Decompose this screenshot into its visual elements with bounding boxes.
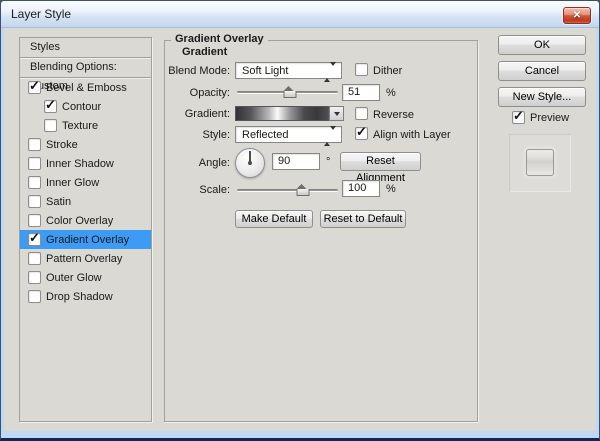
- bevel-emboss-checkbox[interactable]: [28, 78, 41, 94]
- sidebar-item-gradient-overlay[interactable]: Gradient Overlay: [20, 230, 151, 249]
- angle-input[interactable]: 90: [272, 153, 320, 170]
- opacity-unit: %: [386, 87, 396, 99]
- gradient-label: Gradient:: [184, 108, 230, 120]
- dither-label: Dither: [373, 65, 403, 77]
- style-preview-well: [509, 134, 571, 192]
- preview-toggle: Preview: [512, 108, 570, 124]
- outer-glow-checkbox[interactable]: [28, 271, 41, 284]
- gradient-overlay-panel: Gradient Overlay Gradient Blend Mode: So…: [164, 33, 478, 422]
- sidebar-item-styles[interactable]: Styles: [20, 38, 151, 57]
- reset-to-default-button[interactable]: Reset to Default: [320, 210, 406, 228]
- ok-button[interactable]: OK: [498, 35, 586, 55]
- new-style-button[interactable]: New Style...: [498, 87, 586, 107]
- sidebar-item-label: Gradient Overlay: [46, 233, 130, 246]
- dropdown-arrow-icon: [333, 111, 340, 116]
- color-overlay-checkbox[interactable]: [28, 214, 41, 227]
- gradient-picker-button[interactable]: [329, 106, 344, 121]
- opacity-label: Opacity:: [189, 87, 230, 99]
- sidebar-item-outer-glow[interactable]: Outer Glow: [20, 268, 151, 287]
- sidebar-item-pattern-overlay[interactable]: Pattern Overlay: [20, 249, 151, 268]
- opacity-input[interactable]: 51: [342, 84, 380, 101]
- preview-checkbox[interactable]: [512, 108, 525, 124]
- window-title: Layer Style: [11, 7, 72, 21]
- updown-arrows-icon: [324, 62, 336, 82]
- blend-mode-label: Blend Mode:: [168, 65, 230, 77]
- gradient-overlay-checkbox[interactable]: [28, 230, 41, 246]
- sidebar-item-label: Inner Glow: [46, 176, 100, 189]
- gradient-swatch[interactable]: [235, 106, 329, 121]
- style-select[interactable]: Reflected: [235, 126, 342, 146]
- sidebar-item-inner-glow[interactable]: Inner Glow: [20, 173, 151, 192]
- satin-checkbox[interactable]: [28, 195, 41, 208]
- drop-shadow-checkbox[interactable]: [28, 290, 41, 303]
- layer-style-dialog: Layer Style ✕ Styles Blending Options: C…: [0, 0, 600, 441]
- sidebar-item-label: Color Overlay: [46, 214, 114, 227]
- dither-checkbox[interactable]: [355, 63, 368, 76]
- reverse-label: Reverse: [373, 109, 414, 121]
- reset-alignment-button[interactable]: Reset Alignment: [340, 152, 421, 184]
- cancel-button[interactable]: Cancel: [498, 61, 586, 81]
- close-button[interactable]: ✕: [563, 7, 591, 24]
- contour-checkbox[interactable]: [44, 97, 57, 113]
- opacity-slider-thumb[interactable]: [283, 86, 296, 98]
- sidebar-item-label: Stroke: [46, 138, 78, 151]
- sidebar-item-label: Inner Shadow: [46, 157, 114, 170]
- align-with-layer-checkbox[interactable]: [355, 124, 368, 140]
- sidebar-item-inner-shadow[interactable]: Inner Shadow: [20, 154, 151, 173]
- blend-mode-select[interactable]: Soft Light: [235, 62, 342, 82]
- section-title: Gradient: [182, 46, 228, 58]
- styles-list: Styles Blending Options: Custom Bevel & …: [19, 37, 152, 422]
- scale-slider[interactable]: [237, 184, 338, 196]
- sidebar-item-label: Bevel & Emboss: [46, 81, 127, 94]
- opacity-slider[interactable]: [237, 86, 338, 98]
- angle-hub: [248, 161, 252, 165]
- scale-slider-thumb[interactable]: [296, 184, 310, 196]
- sidebar-item-color-overlay[interactable]: Color Overlay: [20, 211, 151, 230]
- stroke-checkbox[interactable]: [28, 138, 41, 151]
- scale-input[interactable]: 100: [342, 180, 380, 197]
- inner-shadow-checkbox[interactable]: [28, 157, 41, 170]
- dialog-body: Styles Blending Options: Custom Bevel & …: [4, 28, 596, 431]
- sidebar-item-label: Drop Shadow: [46, 290, 113, 303]
- reverse-checkbox[interactable]: [355, 107, 368, 120]
- sidebar-item-label: Texture: [62, 119, 99, 132]
- sidebar-item-drop-shadow[interactable]: Drop Shadow: [20, 287, 151, 306]
- pattern-overlay-checkbox[interactable]: [28, 252, 41, 265]
- style-preview-thumbnail: [526, 149, 554, 176]
- updown-arrows-icon: [324, 126, 336, 146]
- sidebar-item-blending-options[interactable]: Blending Options: Custom: [20, 58, 151, 92]
- sidebar-item-stroke[interactable]: Stroke: [20, 135, 151, 154]
- angle-unit: °: [326, 156, 331, 168]
- scale-label: Scale:: [199, 184, 230, 196]
- inner-glow-checkbox[interactable]: [28, 176, 41, 189]
- scale-unit: %: [386, 183, 396, 195]
- sidebar-item-texture[interactable]: Texture: [20, 116, 151, 135]
- style-label: Style:: [202, 129, 230, 141]
- texture-checkbox[interactable]: [44, 119, 57, 132]
- sidebar-item-label: Contour: [62, 100, 102, 113]
- blend-mode-value: Soft Light: [242, 64, 289, 77]
- make-default-button[interactable]: Make Default: [235, 210, 313, 228]
- sidebar-item-label: Outer Glow: [46, 271, 102, 284]
- sidebar-item-satin[interactable]: Satin: [20, 192, 151, 211]
- sidebar-item-label: Pattern Overlay: [46, 252, 123, 265]
- preview-label: Preview: [530, 111, 570, 124]
- title-bar[interactable]: Layer Style ✕: [1, 1, 599, 28]
- style-value: Reflected: [242, 128, 289, 141]
- angle-dial[interactable]: [235, 148, 265, 178]
- panel-title: Gradient Overlay: [171, 33, 268, 45]
- close-icon: ✕: [572, 10, 582, 21]
- sidebar-item-contour[interactable]: Contour: [20, 97, 151, 116]
- sidebar-item-label: Satin: [46, 195, 72, 208]
- angle-label: Angle:: [198, 157, 230, 169]
- align-with-layer-label: Align with Layer: [373, 129, 451, 141]
